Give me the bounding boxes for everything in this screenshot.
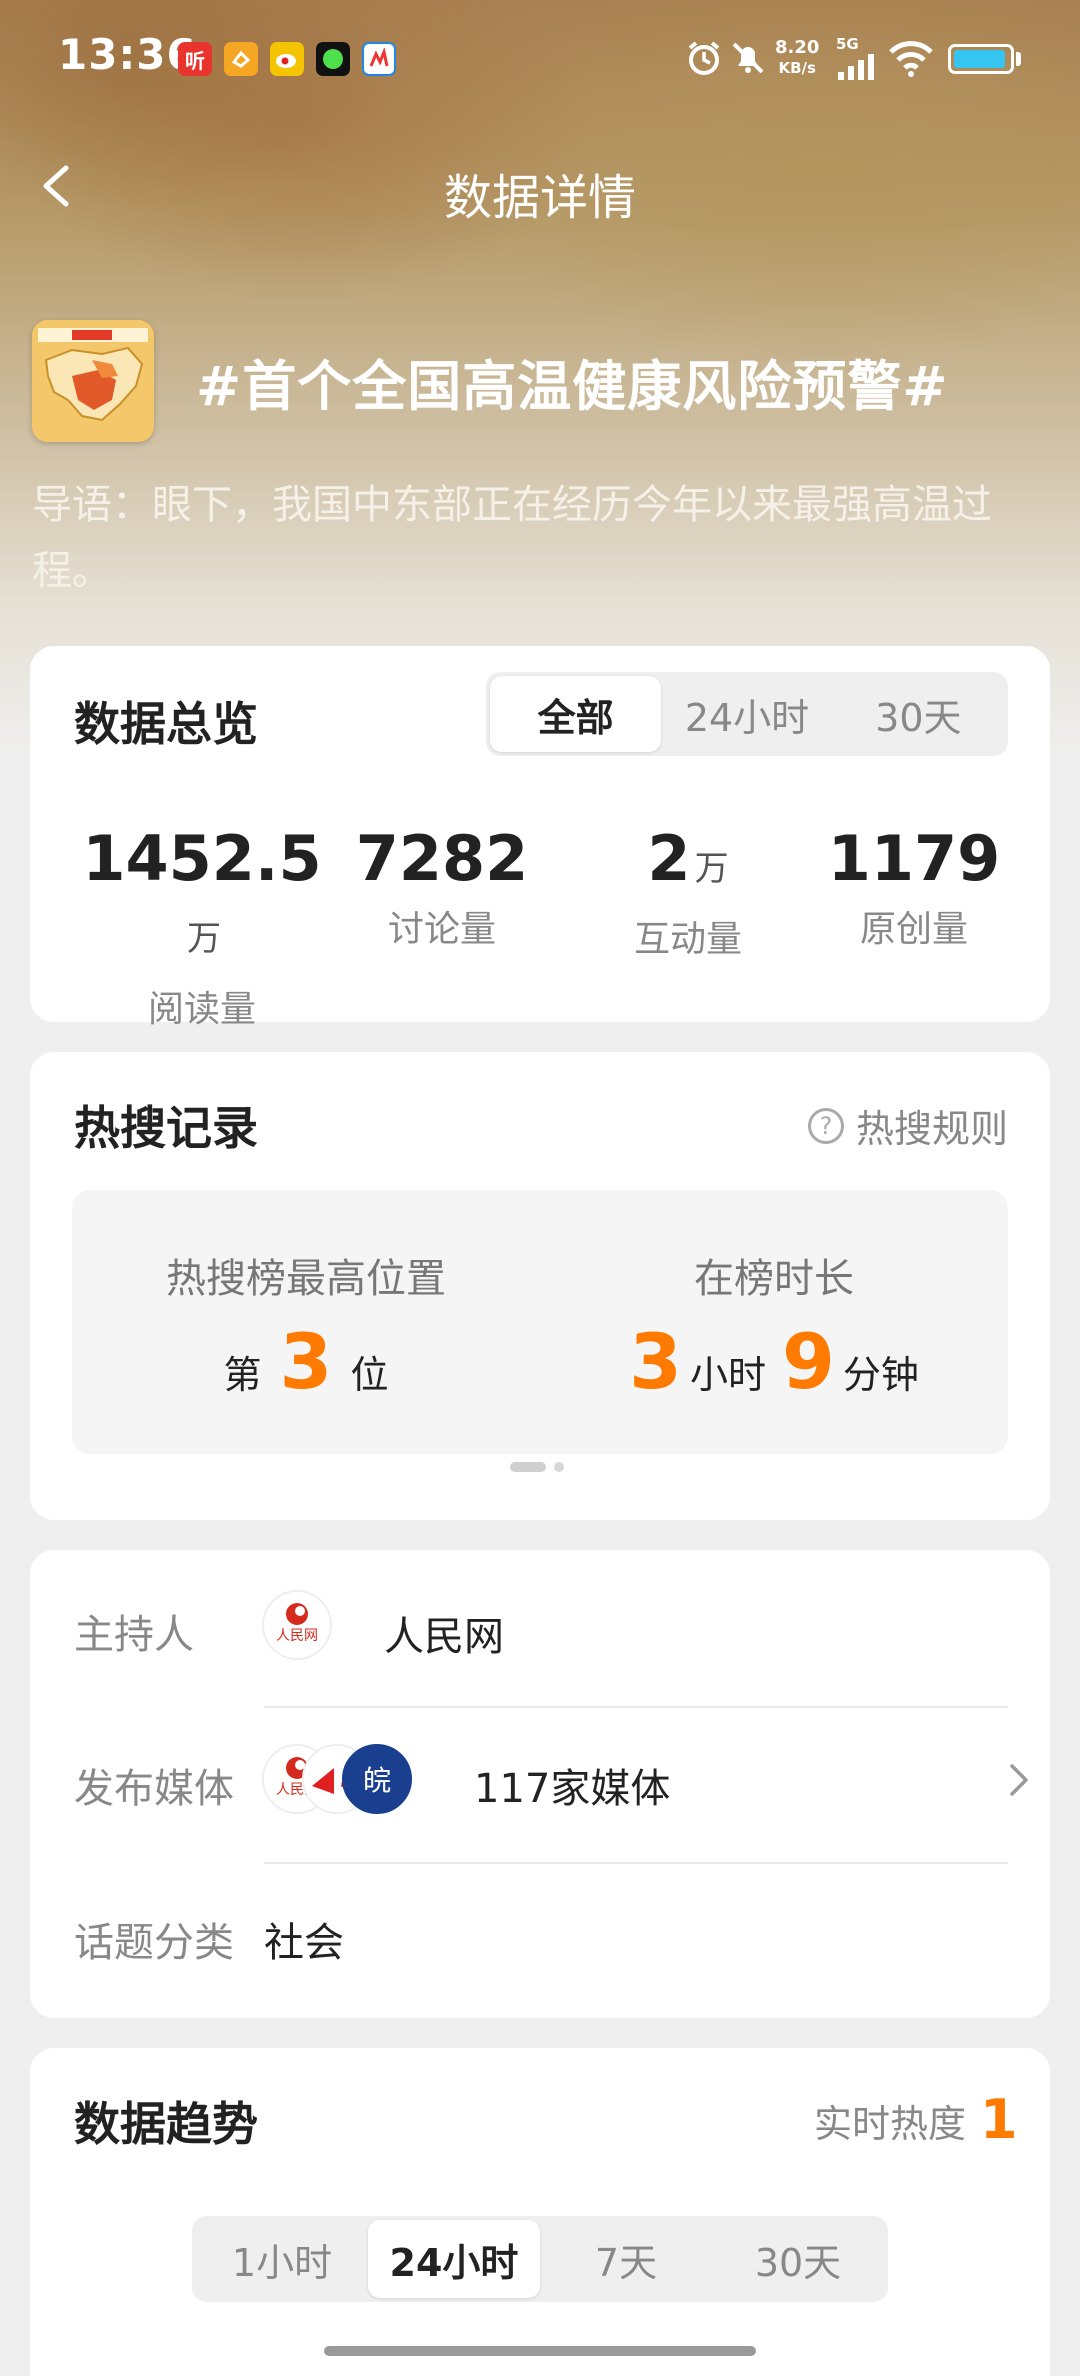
topic-info-card: 主持人 人民网 人民网 发布媒体 人民网 4 皖 117家媒体 话题分类 社会	[30, 1550, 1050, 2018]
stat-originals-value: 1179	[827, 822, 1001, 895]
stat-discussions: 7282 讨论量	[322, 824, 562, 952]
overview-range-tabs: 全部 24小时 30天	[486, 672, 1008, 756]
tab-30d[interactable]: 30天	[833, 676, 1004, 752]
wifi-icon	[888, 40, 934, 82]
peak-position-value: 3	[279, 1317, 333, 1406]
tab-24h[interactable]: 24小时	[661, 676, 832, 752]
page-dot-active	[510, 1462, 546, 1472]
hot-search-rules-link[interactable]: ? 热搜规则	[808, 1098, 1008, 1153]
green-dot-app-icon	[316, 42, 350, 76]
peak-prefix: 第	[223, 1353, 262, 1397]
battery-icon	[948, 44, 1014, 74]
category-label: 话题分类	[74, 1920, 234, 1966]
stat-interactions-label: 互动量	[633, 919, 742, 960]
peak-suffix: 位	[350, 1353, 389, 1397]
stat-reads: 1452.5 万 阅读量	[82, 824, 322, 1032]
peak-position: 热搜榜最高位置 第 3 位	[72, 1246, 540, 1402]
tab-1h[interactable]: 1小时	[196, 2220, 368, 2298]
topic-title: #首个全国高温健康风险预警#	[196, 355, 949, 418]
realtime-heat-value: 1	[980, 2088, 1018, 2151]
stat-originals: 1179 原创量	[794, 824, 1034, 952]
page-title: 数据详情	[443, 170, 636, 226]
overview-title: 数据总览	[74, 697, 258, 751]
stat-interactions-value: 2	[647, 822, 691, 895]
stat-discussions-label: 讨论量	[387, 909, 496, 950]
stat-reads-value: 1452.5	[82, 822, 322, 895]
host-name: 人民网	[384, 1614, 504, 1660]
media-avatar-3: 皖	[342, 1744, 412, 1814]
list-duration-label: 在榜时长	[694, 1256, 854, 1302]
mute-icon	[728, 38, 768, 82]
topic-intro: 导语：眼下，我国中东部正在经历今年以来最强高温过程。	[32, 482, 992, 594]
battery-level	[954, 50, 1005, 68]
list-duration: 在榜时长 3 小时 9 分钟	[540, 1246, 1008, 1402]
hot-search-card: 热搜记录 ? 热搜规则 热搜榜最高位置 第 3 位 在榜时长 3 小时 9 分钟	[30, 1052, 1050, 1520]
divider	[264, 1706, 1008, 1708]
stat-reads-unit: 万	[187, 919, 221, 959]
stat-interactions: 2万 互动量	[568, 824, 808, 962]
svg-text:人民网: 人民网	[276, 1628, 318, 1644]
media-label: 发布媒体	[74, 1766, 234, 1812]
host-label: 主持人	[74, 1612, 194, 1658]
duration-minutes-value: 9	[782, 1317, 835, 1406]
alarm-icon	[684, 38, 724, 82]
stat-discussions-value: 7282	[355, 822, 529, 895]
media-count: 117家媒体	[474, 1766, 671, 1812]
hot-search-stats: 热搜榜最高位置 第 3 位 在榜时长 3 小时 9 分钟	[72, 1190, 1008, 1454]
tab-24h-trend[interactable]: 24小时	[368, 2220, 540, 2298]
battery-tip	[1016, 52, 1021, 66]
tab-all[interactable]: 全部	[490, 676, 662, 752]
peak-position-label: 热搜榜最高位置	[166, 1256, 446, 1302]
stat-reads-label: 阅读量	[147, 989, 256, 1030]
overview-card: 数据总览 全部 24小时 30天 1452.5万 阅读量 7282 讨论量 2万…	[30, 646, 1050, 1030]
svg-text:皖: 皖	[363, 1764, 391, 1797]
home-indicator[interactable]	[324, 2346, 756, 2356]
realtime-heat-label: 实时热度	[814, 2101, 967, 2146]
listen-app-icon: 听	[178, 42, 212, 76]
trend-title: 数据趋势	[74, 2097, 258, 2151]
stat-interactions-unit: 万	[694, 849, 729, 889]
chevron-right-icon	[1008, 1762, 1030, 1802]
tab-7d[interactable]: 7天	[540, 2220, 712, 2298]
media-row[interactable]: 人民网 4 皖 117家媒体	[262, 1740, 1028, 1820]
duration-minutes-unit: 分钟	[842, 1353, 919, 1397]
orange-app-icon	[224, 42, 258, 76]
peoples-daily-avatar: 人民网	[262, 1590, 332, 1660]
category-value: 社会	[264, 1920, 344, 1966]
network-speed: 8.20 KB/s	[775, 37, 820, 78]
weibo-icon	[270, 42, 304, 76]
stat-originals-label: 原创量	[859, 909, 968, 950]
realtime-heat: 实时热度 1	[814, 2092, 1018, 2148]
help-icon: ?	[808, 1107, 844, 1144]
topic-thumbnail	[32, 320, 154, 442]
page-dot	[554, 1462, 564, 1472]
status-time: 13:36	[58, 30, 197, 79]
duration-hours-unit: 小时	[689, 1353, 766, 1397]
trend-range-tabs: 1小时 24小时 7天 30天	[192, 2216, 888, 2302]
page-indicator	[510, 1462, 564, 1472]
tab-30d-trend[interactable]: 30天	[712, 2220, 884, 2298]
divider	[264, 1862, 1008, 1864]
hot-search-rules-label: 热搜规则	[856, 1107, 1009, 1151]
data-trend-card: 数据趋势 实时热度 1 1小时 24小时 7天 30天	[30, 2048, 1050, 2376]
host-row[interactable]: 人民网 人民网	[262, 1590, 992, 1666]
duration-hours-value: 3	[629, 1317, 682, 1406]
cellular-signal-icon: 5G	[836, 36, 880, 86]
status-bar: 13:36 听 8.20 KB/s 5G	[0, 0, 1080, 120]
news-app-icon	[362, 42, 396, 76]
hot-search-title: 热搜记录	[74, 1101, 258, 1155]
